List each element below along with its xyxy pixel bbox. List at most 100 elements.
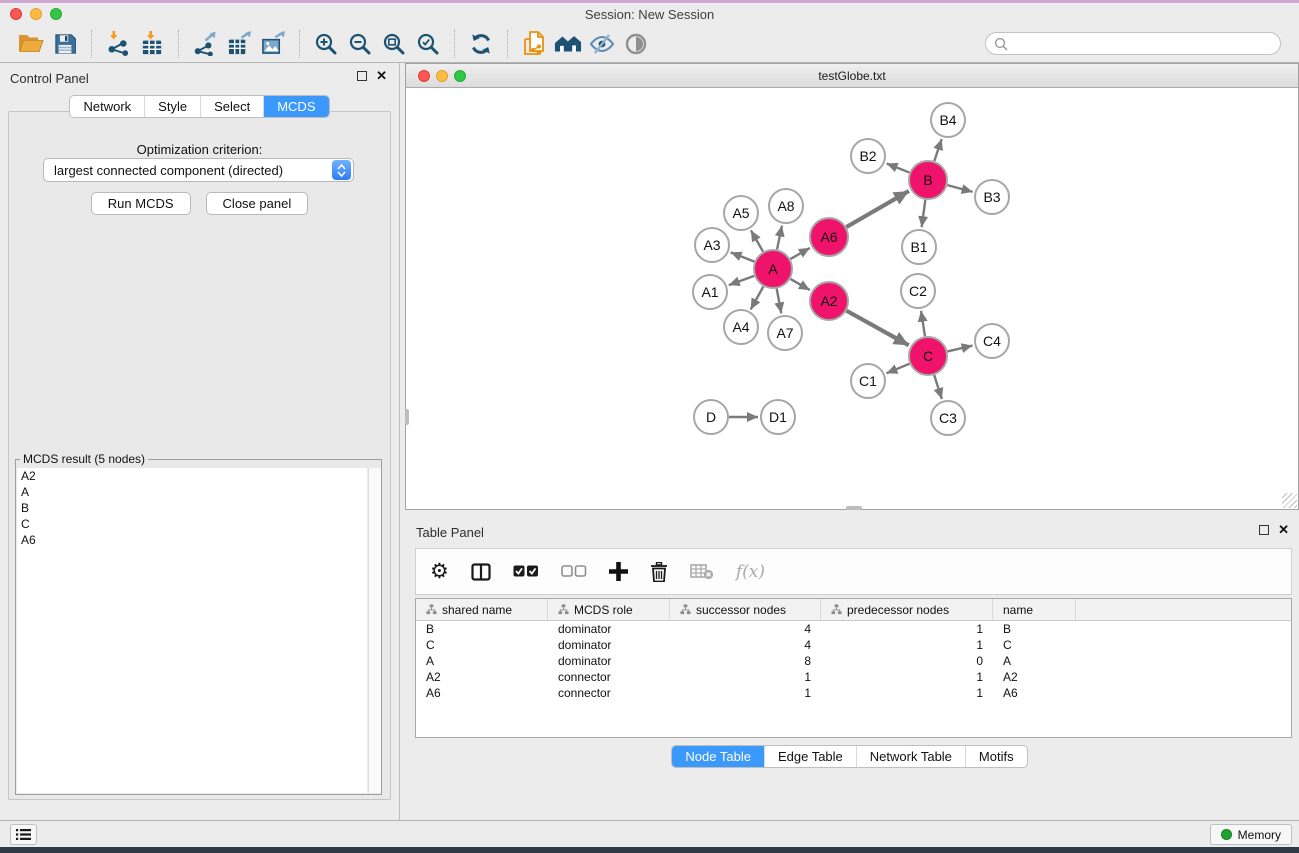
- function-builder-button[interactable]: f(x): [736, 558, 765, 586]
- mcds-result-item[interactable]: A: [17, 484, 367, 500]
- column-header[interactable]: MCDS role: [548, 599, 670, 620]
- tab-network-table[interactable]: Network Table: [856, 746, 965, 767]
- tab-style[interactable]: Style: [144, 96, 200, 117]
- column-header[interactable]: shared name: [416, 599, 548, 620]
- graph-edge[interactable]: [777, 289, 782, 314]
- mcds-result-item[interactable]: B: [17, 500, 367, 516]
- table-row[interactable]: Cdominator41C: [416, 637, 1291, 653]
- table-cell[interactable]: dominator: [548, 622, 670, 636]
- table-cell[interactable]: 8: [670, 654, 821, 668]
- canvas-splitter-handle[interactable]: [405, 409, 409, 425]
- table-row[interactable]: A2connector11A2: [416, 669, 1291, 685]
- graph-edge[interactable]: [751, 230, 763, 251]
- select-all-button[interactable]: [513, 558, 539, 586]
- graph-edge[interactable]: [947, 185, 972, 192]
- table-cell[interactable]: A6: [416, 686, 548, 700]
- zoom-out-button[interactable]: [343, 28, 377, 60]
- table-cell[interactable]: A6: [993, 686, 1076, 700]
- table-cell[interactable]: 1: [821, 670, 993, 684]
- delete-column-button[interactable]: [650, 558, 668, 586]
- table-cell[interactable]: C: [993, 638, 1076, 652]
- export-image-button[interactable]: [256, 28, 290, 60]
- float-panel-icon[interactable]: [357, 71, 367, 81]
- table-row[interactable]: A6connector11A6: [416, 685, 1291, 701]
- table-cell[interactable]: 1: [670, 686, 821, 700]
- float-panel-icon[interactable]: [1259, 525, 1269, 535]
- mcds-result-item[interactable]: A2: [17, 468, 367, 484]
- import-table-button[interactable]: [135, 28, 169, 60]
- table-cell[interactable]: 1: [821, 638, 993, 652]
- table-cell[interactable]: 0: [821, 654, 993, 668]
- table-row[interactable]: Bdominator41B: [416, 621, 1291, 637]
- table-cell[interactable]: A: [416, 654, 548, 668]
- criterion-select[interactable]: largest connected component (directed): [43, 158, 354, 182]
- table-settings-button[interactable]: ⚙: [430, 558, 449, 586]
- graph-edge[interactable]: [887, 163, 910, 172]
- table-cell[interactable]: 1: [821, 686, 993, 700]
- graph-edge[interactable]: [934, 139, 941, 161]
- graph-edge[interactable]: [729, 276, 754, 285]
- graph-edge[interactable]: [731, 252, 755, 261]
- zoom-in-button[interactable]: [309, 28, 343, 60]
- show-columns-button[interactable]: [471, 558, 491, 586]
- graph-edge[interactable]: [934, 375, 942, 399]
- apply-layout-button[interactable]: [464, 28, 498, 60]
- show-all-button[interactable]: [619, 28, 653, 60]
- close-panel-button[interactable]: Close panel: [206, 192, 309, 215]
- export-network-button[interactable]: [188, 28, 222, 60]
- close-panel-icon[interactable]: ✕: [1278, 525, 1289, 535]
- column-header[interactable]: predecessor nodes: [821, 599, 993, 620]
- mcds-result-item[interactable]: A6: [17, 532, 367, 548]
- network-window-titlebar[interactable]: testGlobe.txt: [406, 64, 1298, 88]
- table-cell[interactable]: 4: [670, 638, 821, 652]
- close-panel-icon[interactable]: ✕: [376, 71, 387, 81]
- table-cell[interactable]: B: [993, 622, 1076, 636]
- table-cell[interactable]: dominator: [548, 638, 670, 652]
- table-cell[interactable]: C: [416, 638, 548, 652]
- tab-mcds[interactable]: MCDS: [263, 96, 328, 117]
- memory-button[interactable]: Memory: [1210, 824, 1292, 845]
- column-header[interactable]: successor nodes: [670, 599, 821, 620]
- show-panel-list-button[interactable]: [10, 824, 37, 845]
- zoom-fit-button[interactable]: [377, 28, 411, 60]
- tab-network[interactable]: Network: [70, 96, 144, 117]
- hide-selected-button[interactable]: [585, 28, 619, 60]
- table-cell[interactable]: connector: [548, 686, 670, 700]
- graph-edge[interactable]: [751, 287, 764, 310]
- save-session-button[interactable]: [48, 28, 82, 60]
- table-cell[interactable]: connector: [548, 670, 670, 684]
- search-input[interactable]: [1008, 37, 1272, 51]
- canvas-splitter-handle[interactable]: [846, 506, 862, 510]
- tab-edge-table[interactable]: Edge Table: [764, 746, 856, 767]
- zoom-selected-button[interactable]: [411, 28, 445, 60]
- table-cell[interactable]: A2: [993, 670, 1076, 684]
- graph-edge[interactable]: [846, 191, 909, 227]
- table-cell[interactable]: 1: [670, 670, 821, 684]
- graph-edge[interactable]: [790, 248, 810, 259]
- network-canvas[interactable]: A5A8A6A3AA1A2A4A7B4B2BB3B1C2C4CC1C3DD1: [406, 88, 1298, 509]
- add-column-button[interactable]: [609, 558, 628, 586]
- column-header[interactable]: name: [993, 599, 1076, 620]
- export-table-button[interactable]: [222, 28, 256, 60]
- search-field[interactable]: [985, 32, 1281, 55]
- tab-select[interactable]: Select: [200, 96, 263, 117]
- table-cell[interactable]: B: [416, 622, 548, 636]
- graph-edge[interactable]: [790, 279, 810, 290]
- graph-edge[interactable]: [777, 226, 782, 250]
- delete-table-button[interactable]: [690, 558, 714, 586]
- table-row[interactable]: Adominator80A: [416, 653, 1291, 669]
- table-cell[interactable]: 1: [821, 622, 993, 636]
- graph-edge[interactable]: [947, 346, 972, 352]
- clone-network-button[interactable]: [517, 28, 551, 60]
- tab-node-table[interactable]: Node Table: [672, 746, 764, 767]
- tab-motifs[interactable]: Motifs: [965, 746, 1027, 767]
- graph-edge[interactable]: [886, 364, 909, 374]
- graph-edge[interactable]: [922, 200, 926, 227]
- run-mcds-button[interactable]: Run MCDS: [91, 192, 191, 215]
- resize-grip[interactable]: [1282, 493, 1297, 508]
- result-scrollbar[interactable]: [368, 468, 381, 793]
- table-cell[interactable]: A2: [416, 670, 548, 684]
- table-cell[interactable]: A: [993, 654, 1076, 668]
- graph-edge[interactable]: [846, 311, 908, 346]
- home-button[interactable]: [551, 28, 585, 60]
